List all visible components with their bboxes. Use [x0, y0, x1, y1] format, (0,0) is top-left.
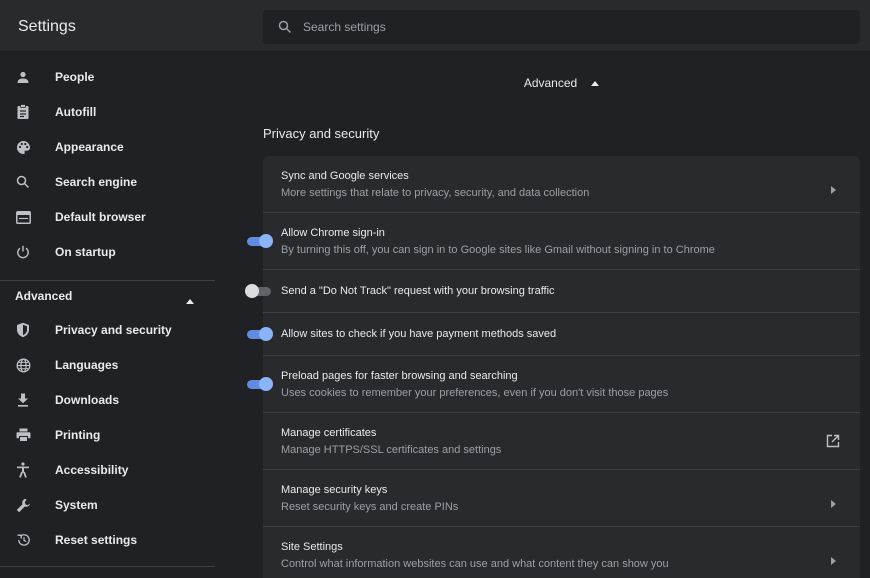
arrow-right-icon[interactable] — [831, 552, 836, 570]
row-preload-pages: Preload pages for faster browsing and se… — [247, 356, 860, 413]
row-title: Preload pages for faster browsing and se… — [281, 370, 518, 382]
sidebar-item-accessibility[interactable]: Accessibility — [0, 455, 230, 485]
preload-pages-toggle[interactable] — [245, 377, 273, 391]
main-content: Advanced Privacy and security Sync and G… — [245, 52, 860, 578]
row-title: Allow sites to check if you have payment… — [281, 328, 557, 340]
row-site-settings[interactable]: Site Settings Control what information w… — [263, 527, 860, 578]
payment-methods-toggle[interactable] — [245, 327, 273, 341]
sidebar-item-autofill[interactable]: Autofill — [0, 97, 230, 127]
row-subtitle: Reset security keys and create PINs — [281, 501, 459, 513]
sidebar-item-reset-settings[interactable]: Reset settings — [0, 525, 230, 555]
accessibility-icon — [14, 461, 32, 479]
row-allow-chrome-sign-in: Allow Chrome sign-in By turning this off… — [247, 213, 860, 270]
sidebar-item-label: On startup — [55, 245, 116, 259]
row-subtitle: By turning this off, you can sign in to … — [281, 244, 715, 256]
row-manage-certificates[interactable]: Manage certificates Manage HTTPS/SSL cer… — [263, 413, 860, 470]
person-icon — [14, 68, 32, 86]
row-subtitle: Uses cookies to remember your preference… — [281, 387, 669, 399]
allow-chrome-sign-in-toggle[interactable] — [245, 234, 273, 248]
clipboard-icon — [14, 103, 32, 121]
sidebar-item-label: Accessibility — [55, 463, 129, 477]
sidebar-item-people[interactable]: People — [0, 62, 230, 92]
sidebar: People Autofill Appearance Search engine… — [0, 52, 230, 578]
row-subtitle: Control what information websites can us… — [281, 558, 669, 570]
search-input[interactable] — [303, 20, 803, 34]
sidebar-item-label: Reset settings — [55, 533, 138, 547]
sidebar-item-label: Printing — [55, 428, 101, 442]
search-box[interactable] — [263, 10, 860, 44]
row-manage-security-keys[interactable]: Manage security keys Reset security keys… — [263, 470, 860, 527]
sidebar-item-languages[interactable]: Languages — [0, 350, 230, 380]
row-title: Manage certificates — [281, 427, 377, 439]
do-not-track-toggle[interactable] — [245, 284, 273, 298]
advanced-toggle-label: Advanced — [523, 76, 578, 90]
row-sync-and-google-services[interactable]: Sync and Google services More settings t… — [263, 156, 860, 213]
sidebar-item-label: System — [55, 498, 98, 512]
power-icon — [14, 243, 32, 261]
sidebar-item-label: Languages — [55, 358, 119, 372]
sidebar-item-label: Search engine — [55, 175, 138, 189]
row-payment-methods: Allow sites to check if you have payment… — [247, 313, 860, 356]
arrow-right-icon[interactable] — [831, 495, 836, 513]
browser-window-icon — [14, 208, 32, 226]
sidebar-item-downloads[interactable]: Downloads — [0, 385, 230, 415]
sidebar-item-default-browser[interactable]: Default browser — [0, 202, 230, 232]
settings-header: Settings — [0, 0, 870, 52]
caret-up-icon — [591, 80, 600, 86]
section-title: Privacy and security — [263, 126, 380, 141]
globe-icon — [14, 356, 32, 374]
restore-icon — [14, 531, 32, 549]
caret-up-icon — [186, 291, 194, 309]
arrow-right-icon[interactable] — [831, 181, 836, 199]
row-title: Send a "Do Not Track" request with your … — [281, 285, 555, 297]
row-title: Sync and Google services — [281, 170, 409, 182]
row-title: Allow Chrome sign-in — [281, 227, 385, 239]
sidebar-item-label: Privacy and security — [55, 323, 172, 337]
wrench-icon — [14, 496, 32, 514]
toggle-knob — [259, 234, 273, 248]
sidebar-item-label: Autofill — [55, 105, 97, 119]
sidebar-item-label: Appearance — [55, 140, 124, 154]
row-title: Site Settings — [281, 541, 343, 553]
sidebar-item-search-engine[interactable]: Search engine — [0, 167, 230, 197]
search-icon — [278, 19, 294, 35]
printer-icon — [14, 426, 32, 444]
row-subtitle: More settings that relate to privacy, se… — [281, 187, 590, 199]
sidebar-divider — [0, 566, 215, 567]
external-link-icon[interactable] — [826, 434, 840, 453]
sidebar-item-system[interactable]: System — [0, 490, 230, 520]
sidebar-item-label: People — [55, 70, 95, 84]
download-icon — [14, 391, 32, 409]
search-icon — [14, 173, 32, 191]
sidebar-item-privacy-and-security[interactable]: Privacy and security — [0, 315, 230, 345]
shield-icon — [14, 321, 32, 339]
sidebar-advanced-toggle[interactable]: Advanced — [0, 280, 215, 310]
sidebar-item-label: Downloads — [55, 393, 120, 407]
sidebar-advanced-label: Advanced — [15, 288, 73, 303]
row-do-not-track: Send a "Do Not Track" request with your … — [245, 270, 860, 313]
sidebar-item-appearance[interactable]: Appearance — [0, 132, 230, 162]
app-title: Settings — [18, 18, 76, 35]
row-subtitle: Manage HTTPS/SSL certificates and settin… — [281, 444, 502, 456]
advanced-section-toggle[interactable]: Advanced — [263, 70, 860, 96]
sidebar-item-label: Default browser — [55, 210, 146, 224]
toggle-knob — [259, 377, 273, 391]
sidebar-item-printing[interactable]: Printing — [0, 420, 230, 450]
privacy-settings-card: Sync and Google services More settings t… — [245, 156, 860, 578]
row-title: Manage security keys — [281, 484, 388, 496]
toggle-knob — [245, 284, 259, 298]
palette-icon — [14, 138, 32, 156]
sidebar-item-on-startup[interactable]: On startup — [0, 237, 230, 267]
toggle-knob — [259, 327, 273, 341]
